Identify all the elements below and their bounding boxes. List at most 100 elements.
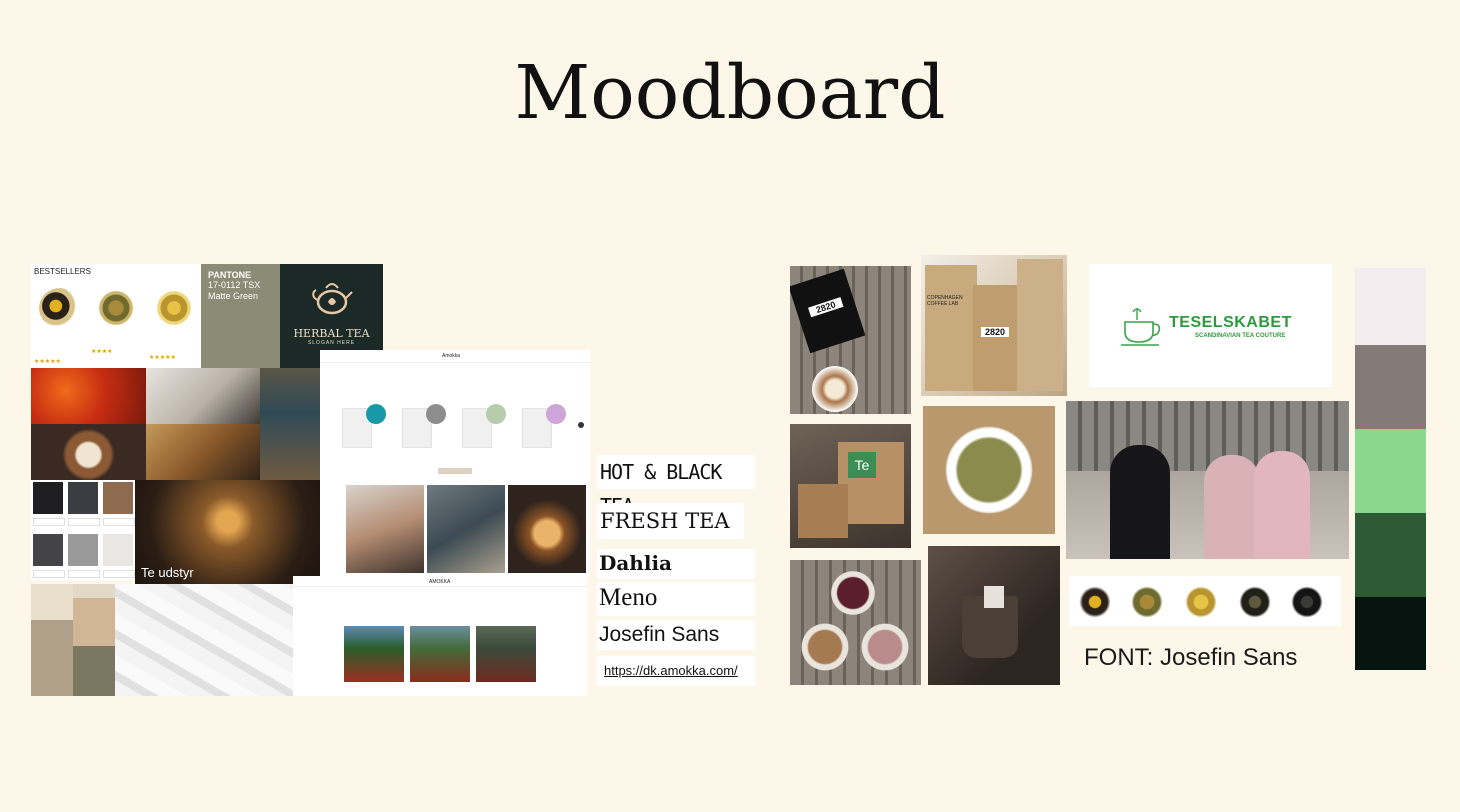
te-udstyr-photo: Te udstyr [135, 480, 341, 584]
swatch [31, 620, 73, 696]
tea-packages-photo [260, 368, 320, 480]
left-collage: BESTSELLERS ★★★★★ ★★★★ ★★★★★ PANTONE 17-… [31, 264, 591, 696]
teselskabet-logo-card: TESELSKABET SCANDINAVIAN TEA COUTURE [1089, 264, 1332, 387]
pantone-name: Matte Green [208, 291, 259, 301]
tea-leaves-image [1235, 582, 1275, 622]
palette-swatch-4 [1355, 513, 1426, 597]
swatch-caption [68, 518, 100, 526]
swatch-caption [33, 518, 65, 526]
swatch [31, 584, 73, 620]
team-shop-photo [1066, 401, 1349, 559]
color-dot [486, 404, 506, 424]
amokka-website-screenshot: Amokka [320, 350, 590, 576]
color-palette [1355, 268, 1426, 670]
coffee-farm-photo [476, 626, 536, 682]
coffee-lab-bags-photo: COPENHAGEN COFFEE LAB 2820 [921, 255, 1067, 396]
te-box-label: Te [848, 452, 876, 478]
herbal-tea-slogan: SLOGAN HERE [307, 340, 356, 346]
teacup-icon [1121, 308, 1161, 346]
swatch [73, 598, 115, 646]
site-logo[interactable]: Amokka [442, 353, 460, 359]
coffee-bag [1017, 259, 1063, 391]
swatch-caption [33, 570, 65, 578]
person [1110, 445, 1170, 559]
page-title: Moodboard [514, 50, 946, 136]
swatch [73, 646, 115, 696]
rating-stars: ★★★★★ [149, 355, 176, 361]
tea-box-photo [146, 368, 260, 424]
tea-bag-tag [984, 586, 1004, 608]
pantone-card: PANTONE 17-0112 TSX Matte Green [201, 264, 281, 368]
divider [320, 362, 590, 363]
bestsellers-panel: BESTSELLERS ★★★★★ ★★★★ ★★★★★ [31, 264, 201, 368]
font-note: FONT: Josefin Sans [1084, 644, 1298, 671]
map-photo [427, 485, 505, 573]
latte-art-photo [31, 424, 146, 480]
amokka-website-screenshot-2: AMOKKA [293, 576, 587, 696]
tea-mug-photo [928, 546, 1060, 685]
color-swatch-card [31, 480, 135, 580]
shop-button[interactable] [438, 468, 472, 474]
coffee-farm-photo [344, 626, 404, 682]
tea-leaves-image [39, 288, 81, 328]
tea-leaves-image [1287, 582, 1327, 622]
tea-leaves-image [153, 288, 195, 328]
palette-swatch-1 [1355, 268, 1426, 345]
bowl [796, 618, 854, 676]
green-tea-bowl-photo [923, 406, 1055, 534]
bag-label: 2820 [808, 297, 844, 318]
bestsellers-header: BESTSELLERS [34, 267, 91, 276]
person [1204, 455, 1260, 559]
color-dot [426, 404, 446, 424]
coffee-bag [925, 265, 977, 391]
autumn-leaves-photo [31, 368, 146, 424]
font-sample-dahlia: Dahlia [597, 549, 755, 579]
tea-leaves-image [1075, 582, 1115, 622]
palette-swatch-3 [1355, 429, 1426, 513]
swatch [68, 482, 98, 514]
rating-stars: ★★★★★ [34, 359, 61, 365]
palette-swatch-5 [1355, 597, 1426, 670]
palette-swatch-2 [1355, 345, 1426, 429]
tea-tins-shelf [1066, 401, 1349, 471]
tea-leaves-image [95, 288, 137, 328]
amokka-link[interactable]: https://dk.amokka.com/ [597, 656, 755, 686]
coffee-bag [973, 285, 1019, 391]
amokka-link-card: https://dk.amokka.com/ [597, 656, 755, 686]
swatch [33, 482, 63, 514]
tea-leaves-row [1069, 576, 1341, 626]
teapot-icon [311, 283, 353, 315]
latte-cup [812, 366, 858, 412]
font-sample-meno: Meno [597, 582, 755, 616]
tea-pouch [798, 484, 848, 538]
tea-blends-photo [790, 560, 921, 685]
teselskabet-tagline: SCANDINAVIAN TEA COUTURE [1195, 333, 1286, 339]
coffee-bag: 2820 [790, 268, 866, 354]
swatch [73, 584, 115, 598]
divider [293, 586, 587, 587]
swatch-caption [103, 518, 135, 526]
swatch [103, 534, 133, 566]
beige-palette [31, 584, 115, 696]
herbal-tea-title: HERBAL TEA [293, 327, 370, 340]
tea-pouring-photo [146, 424, 260, 480]
tea-leaves-image [1181, 582, 1221, 622]
coffee-farm-photo [410, 626, 470, 682]
carousel-dot[interactable] [578, 422, 584, 428]
bowl [856, 618, 914, 676]
teselskabet-name: TESELSKABET [1169, 314, 1292, 331]
rating-stars: ★★★★ [91, 349, 113, 355]
person [1254, 451, 1310, 559]
swatch-caption [68, 570, 100, 578]
tea-bags-photo [115, 584, 293, 696]
swatch [68, 534, 98, 566]
pour-over-photo [346, 485, 424, 573]
te-tea-bags-photo: Te [790, 424, 911, 548]
pantone-brand: PANTONE [208, 270, 252, 280]
font-sample-fresh-tea: FRESH TEA [597, 503, 744, 539]
swatch-caption [103, 570, 135, 578]
site-logo[interactable]: AMOKKA [429, 579, 450, 585]
font-sample-josefin-sans: Josefin Sans [597, 620, 755, 650]
pantone-code: 17-0112 TSX [208, 280, 261, 290]
swatch [33, 534, 63, 566]
